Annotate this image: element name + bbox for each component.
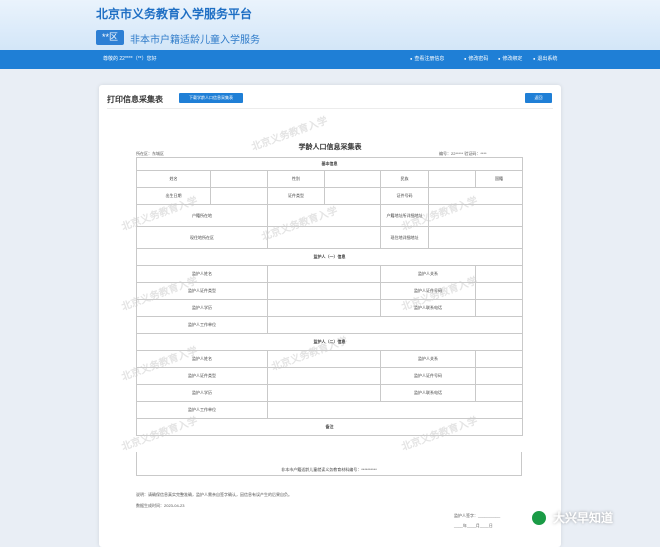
label-guardian-name: 监护人姓名 xyxy=(136,265,268,283)
label-gender: 性别 xyxy=(267,170,325,188)
label-guardian-relation: 监护人关系 xyxy=(380,350,476,368)
label-id-number: 证件号码 xyxy=(380,187,429,205)
download-form-button[interactable]: 下载学龄人口信息采集表 xyxy=(179,93,243,103)
label-id-type: 证件类型 xyxy=(267,187,325,205)
brand-watermark: 大兴早知道 xyxy=(531,509,613,526)
info-form-table: 基本信息 姓名 性别 民族 国籍 出生日期 证件类型 证件号码 户籍所在地 户籍… xyxy=(135,157,524,436)
label-ethnicity: 民族 xyxy=(380,170,429,188)
section-basic: 基本信息 xyxy=(135,157,524,171)
site-header: 北京市义务教育入学服务平台 **区 非本市户籍适龄儿童入学服务 xyxy=(0,0,660,50)
panel-title: 打印信息采集表 xyxy=(107,95,163,104)
user-greeting: 尊敬的 22****（**）您好 xyxy=(103,56,157,62)
section-guardian-2: 监护人（二）信息 xyxy=(135,333,524,351)
label-nationality: 国籍 xyxy=(474,170,524,188)
label-guardian-id-number: 监护人证件号码 xyxy=(380,367,476,385)
footer-note: 说明：请确保信息真实完整准确，监护人需亲自签字确认，因信息有误产生的后果自负。 xyxy=(136,492,292,497)
back-button[interactable]: 返回 xyxy=(525,93,552,103)
top-navbar: 尊敬的 22****（**）您好 查看注册信息 修改密码 修改绑定 退出系统 xyxy=(0,50,660,69)
wechat-icon xyxy=(531,509,547,526)
section-remark: 备注 xyxy=(135,418,524,436)
form-title: 学龄人口信息采集表 xyxy=(298,144,362,151)
region-badge: **区 xyxy=(96,30,125,45)
label-guardian-employer: 监护人工作单位 xyxy=(136,401,268,419)
nav-item-register-info[interactable]: 查看注册信息 xyxy=(410,55,444,62)
label-guardian-id-type: 监护人证件类型 xyxy=(136,367,268,385)
label-hukou: 户籍所在地 xyxy=(136,204,268,227)
label-guardian-education: 监护人学历 xyxy=(136,299,268,317)
label-residence: 现住地所在区 xyxy=(136,226,268,249)
nav-item-change-password[interactable]: 修改密码 xyxy=(464,55,488,62)
generation-date: 数据生成时间：2023-04-23 xyxy=(136,503,185,508)
material-number: 非本市户籍适龄儿童就读义务教育材料编号：********** xyxy=(281,467,377,472)
label-guardian-id-type: 监护人证件类型 xyxy=(136,282,268,300)
signature-date: ____年____月____日 xyxy=(454,523,493,528)
label-guardian-relation: 监护人关系 xyxy=(380,265,476,283)
label-guardian-name: 监护人姓名 xyxy=(136,350,268,368)
label-birth-date: 出生日期 xyxy=(136,187,211,205)
label-residence-address: 现住地详细地址 xyxy=(380,226,429,249)
print-panel: 打印信息采集表 下载学龄人口信息采集表 返回 北京义务教育入学 北京义务教育入学… xyxy=(99,85,561,547)
label-name: 姓名 xyxy=(136,170,211,188)
nav-item-logout[interactable]: 退出系统 xyxy=(533,55,557,62)
divider xyxy=(107,108,553,109)
platform-subtitle: 非本市户籍适龄儿童入学服务 xyxy=(130,35,260,46)
section-guardian-1: 监护人（一）信息 xyxy=(135,248,524,266)
label-guardian-employer: 监护人工作单位 xyxy=(136,316,268,334)
nav-item-change-binding[interactable]: 修改绑定 xyxy=(498,55,522,62)
guardian-signature: 监护人签字：__________ xyxy=(454,513,501,518)
brand-name: 大兴早知道 xyxy=(553,511,614,525)
label-hukou-address: 户籍地址所详细地址 xyxy=(380,204,429,227)
platform-title: 北京市义务教育入学服务平台 xyxy=(96,7,253,21)
label-guardian-id-number: 监护人证件号码 xyxy=(380,282,476,300)
label-guardian-phone: 监护人联系电话 xyxy=(380,384,476,402)
label-guardian-education: 监护人学历 xyxy=(136,384,268,402)
label-guardian-phone: 监护人联系电话 xyxy=(380,299,476,317)
